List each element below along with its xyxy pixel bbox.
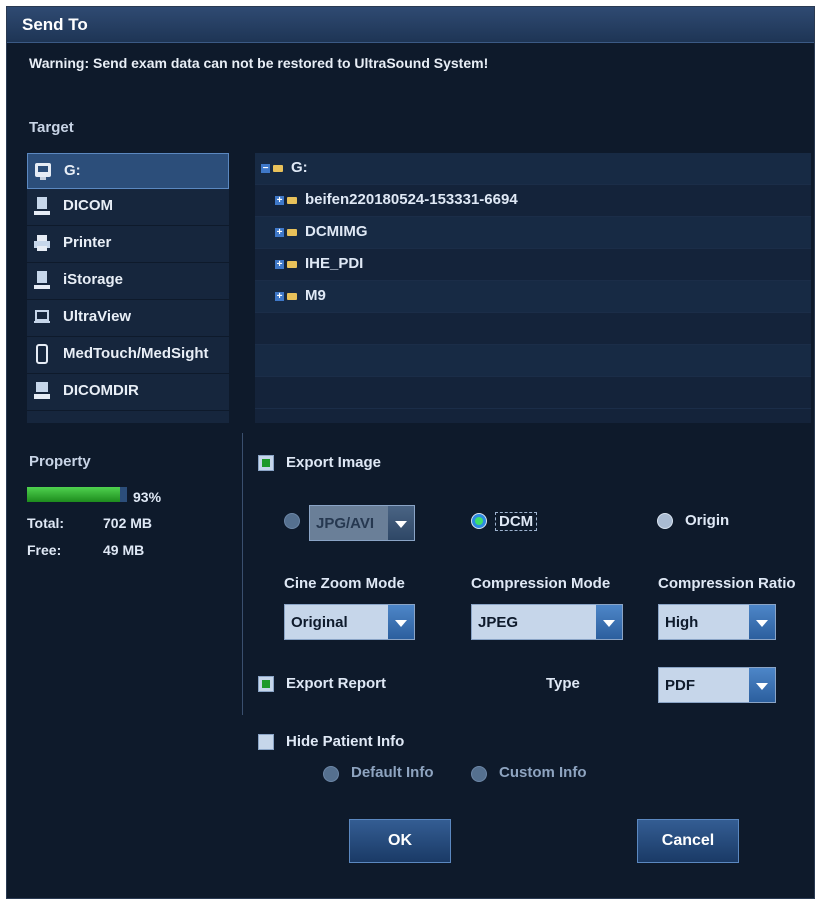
tree-node-label: beifen220180524-153331-6694 [305,191,518,208]
folder-icon [287,293,297,300]
dcm-radio[interactable] [471,513,487,529]
folder-icon [287,229,297,236]
target-item-istorage[interactable]: iStorage [27,263,229,300]
export-report-checkbox[interactable] [258,676,274,692]
target-label: Target [29,119,74,136]
folder-icon [287,197,297,204]
hide-patient-info-checkbox[interactable] [258,734,274,750]
default-info-label: Default Info [351,764,434,781]
tree-node[interactable]: + IHE_PDI [255,249,811,281]
dialog-title: Send To [22,15,88,34]
expand-icon[interactable]: + [275,260,284,270]
expand-icon[interactable]: + [275,292,284,302]
compression-ratio-value: High [665,614,699,631]
tree-root-label: G: [291,159,308,176]
tree-empty-row [255,377,811,409]
target-label-printer: Printer [63,234,112,251]
report-type-label: Type [546,675,580,692]
target-label-medtouch: MedTouch/MedSight [63,345,209,362]
cine-zoom-mode-select[interactable]: Original [284,604,415,640]
expand-icon[interactable]: + [275,228,284,238]
target-item-ultraview[interactable]: UltraView [27,300,229,337]
compression-mode-value: JPEG [478,614,519,631]
target-item-medtouch[interactable]: MedTouch/MedSight [27,337,229,374]
chevron-down-icon [749,668,775,702]
storage-progress-fill [27,487,120,502]
target-list: G: DICOM Printer iStorage UltraView MedT… [27,153,229,423]
dcm-label: DCM [495,512,538,531]
hide-patient-info-label: Hide Patient Info [286,733,405,750]
target-item-printer[interactable]: Printer [27,226,229,263]
free-value: 49 MB [103,542,145,558]
target-label-g: G: [64,162,81,179]
send-to-dialog: Send To Warning: Send exam data can not … [6,6,815,899]
dicom-icon [34,197,50,215]
chevron-down-icon [388,605,414,639]
target-item-dicom[interactable]: DICOM [27,189,229,226]
jpg-avi-value: JPG/AVI [316,515,375,532]
report-type-value: PDF [665,677,695,694]
export-image-label: Export Image [286,454,382,471]
tree-node-label: IHE_PDI [305,255,364,272]
chevron-down-icon [388,506,414,540]
tree-node-label: DCMIMG [305,223,368,240]
istorage-icon [34,271,50,289]
chevron-down-icon [749,605,775,639]
storage-percent: 93% [133,489,162,505]
title-bar: Send To [7,7,814,43]
target-label-istorage: iStorage [63,271,124,288]
usb-drive-icon [35,163,51,180]
cine-zoom-mode-label: Cine Zoom Mode [284,575,405,592]
laptop-icon [34,310,50,323]
printer-icon [34,235,50,251]
chevron-down-icon [596,605,622,639]
export-report-label: Export Report [286,675,387,692]
folder-icon [287,261,297,268]
warning-message: Warning: Send exam data can not be resto… [29,55,489,71]
dicomdir-icon [34,382,50,399]
origin-radio[interactable] [657,513,673,529]
export-image-checkbox[interactable] [258,455,274,471]
compression-ratio-label: Compression Ratio [658,575,796,592]
storage-progress-bar [27,487,127,502]
tree-node[interactable]: + beifen220180524-153331-6694 [255,185,811,217]
report-type-select[interactable]: PDF [658,667,776,703]
custom-info-label: Custom Info [499,764,587,781]
compression-ratio-select[interactable]: High [658,604,776,640]
expand-icon[interactable]: + [275,196,284,206]
tree-empty-row [255,345,811,377]
tree-node[interactable]: + M9 [255,281,811,313]
origin-label: Origin [685,512,730,529]
collapse-icon[interactable]: − [261,164,270,174]
folder-tree: − G: + beifen220180524-153331-6694 + DCM… [255,153,811,423]
tree-node[interactable]: + DCMIMG [255,217,811,249]
tree-node-label: M9 [305,287,326,304]
target-item-dicomdir[interactable]: DICOMDIR [27,374,229,411]
compression-mode-select[interactable]: JPEG [471,604,623,640]
cancel-button[interactable]: Cancel [637,819,739,863]
default-info-radio[interactable] [323,766,339,782]
target-label-dicom: DICOM [63,197,113,214]
jpg-avi-radio[interactable] [284,513,300,529]
target-label-ultraview: UltraView [63,308,132,325]
property-label: Property [29,453,91,470]
ok-button[interactable]: OK [349,819,451,863]
total-label: Total: [27,515,65,531]
target-item-g[interactable]: G: [27,153,229,189]
vertical-divider [242,433,243,715]
tablet-icon [36,344,48,364]
custom-info-radio[interactable] [471,766,487,782]
folder-icon [273,165,283,172]
target-label-dicomdir: DICOMDIR [63,382,139,399]
cine-zoom-mode-value: Original [291,614,348,631]
jpg-avi-select[interactable]: JPG/AVI [309,505,415,541]
tree-empty-row [255,313,811,345]
total-value: 702 MB [103,515,153,531]
free-label: Free: [27,542,62,558]
tree-root[interactable]: − G: [255,153,811,185]
compression-mode-label: Compression Mode [471,575,611,592]
